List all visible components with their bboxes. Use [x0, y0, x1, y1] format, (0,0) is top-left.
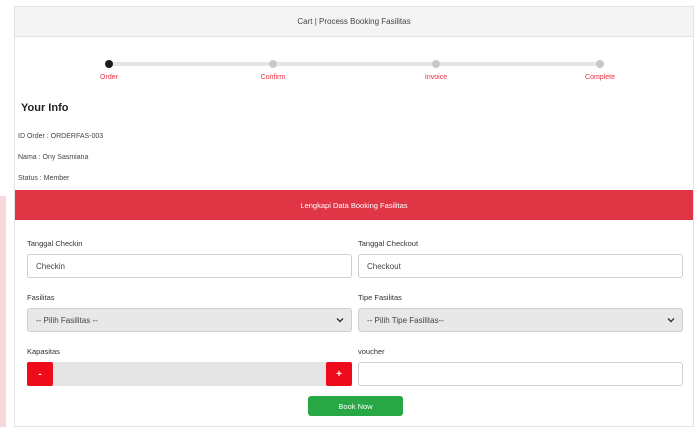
step-dot-active	[105, 60, 113, 68]
tipe-fasilitas-selected-value: -- Pilih Tipe Fasilitas--	[367, 315, 444, 325]
fasilitas-selected-value: -- Pilih Fasilitas --	[36, 315, 98, 325]
step-dot	[269, 60, 277, 68]
fasilitas-select[interactable]: -- Pilih Fasilitas --	[27, 308, 352, 332]
step-confirm: Confirm	[233, 47, 313, 81]
step-label: Confirm	[260, 74, 286, 81]
fasilitas-label: Fasilitas	[27, 293, 55, 302]
book-now-button[interactable]: Book Now	[308, 396, 403, 416]
form-banner: Lengkapi Data Booking Fasilitas	[15, 190, 693, 220]
stepper-track	[109, 62, 599, 66]
checkout-label: Tanggal Checkout	[358, 239, 419, 248]
step-label: Complete	[585, 74, 615, 81]
step-dot	[596, 60, 604, 68]
step-dot	[432, 60, 440, 68]
left-accent-bar	[0, 196, 6, 427]
voucher-label: voucher	[358, 347, 385, 356]
booking-card: Cart | Process Booking Fasilitas Order C…	[14, 6, 694, 427]
chevron-down-icon	[335, 315, 345, 325]
step-invoice: Invoice	[396, 47, 476, 81]
order-id-text: ID Order : ORDERFAS-003	[18, 133, 104, 140]
step-complete: Complete	[560, 47, 640, 81]
checkin-label: Tanggal Checkin	[27, 239, 83, 248]
your-info-section: Your Info	[21, 102, 687, 114]
voucher-input[interactable]	[358, 362, 683, 386]
kapasitas-label: Kapasitas	[27, 347, 60, 356]
decrement-button[interactable]: -	[27, 362, 53, 386]
card-header: Cart | Process Booking Fasilitas	[15, 7, 693, 37]
kapasitas-stepper: - +	[27, 362, 352, 386]
tipe-fasilitas-select[interactable]: -- Pilih Tipe Fasilitas--	[358, 308, 683, 332]
step-order: Order	[69, 47, 149, 81]
tipe-fasilitas-label: Tipe Fasilitas	[358, 293, 402, 302]
increment-button[interactable]: +	[326, 362, 352, 386]
checkin-input[interactable]	[27, 254, 352, 278]
your-info-heading: Your Info	[21, 102, 69, 114]
chevron-down-icon	[666, 315, 676, 325]
form-banner-text: Lengkapi Data Booking Fasilitas	[300, 200, 408, 210]
checkout-input[interactable]	[358, 254, 683, 278]
name-text: Nama : Ony Sasmiana	[18, 154, 89, 161]
step-label: Order	[100, 74, 118, 81]
progress-stepper: Order Confirm Invoice Complete	[15, 47, 693, 97]
page-title: Cart | Process Booking Fasilitas	[297, 17, 411, 26]
step-label: Invoice	[424, 74, 448, 81]
status-text: Status : Member	[18, 175, 70, 182]
